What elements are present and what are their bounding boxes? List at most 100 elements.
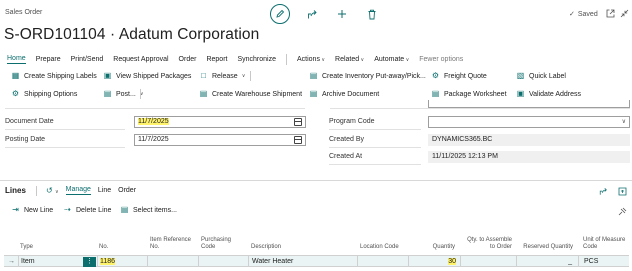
select-items-action[interactable]: ▤ Select items...: [120, 206, 177, 214]
package-worksheet-label: Package Worksheet: [444, 90, 507, 98]
new-line-label: New Line: [24, 206, 54, 214]
row-selector-arrow-icon[interactable]: →: [8, 258, 15, 265]
column-divider: [248, 255, 249, 267]
posting-date-value: 11/7/2025: [138, 136, 169, 143]
lines-share-button[interactable]: [598, 186, 608, 196]
tab-prepare[interactable]: Prepare: [36, 56, 61, 63]
delete-line-icon: ⇢: [64, 205, 71, 214]
tab-order[interactable]: Order: [179, 56, 197, 63]
share-icon: [599, 187, 607, 195]
select-items-icon: ▤: [120, 205, 129, 214]
validate-address-action[interactable]: ▣ Validate Address: [516, 90, 581, 98]
create-warehouse-shipment-action[interactable]: ▤ Create Warehouse Shipment: [199, 90, 302, 98]
action-divider: [140, 89, 141, 99]
row-unit-of-measure[interactable]: PCS: [584, 258, 598, 265]
tab-request-approval[interactable]: Request Approval: [113, 56, 168, 63]
col-description[interactable]: Description: [251, 244, 281, 251]
freight-quote-action[interactable]: ⚙ Freight Quote: [431, 72, 487, 80]
shipping-options-icon: ⚙: [11, 89, 20, 98]
shipping-options-action[interactable]: ⚙ Shipping Options: [11, 90, 77, 98]
validate-icon: ▣: [516, 89, 525, 98]
release-label: Release: [212, 72, 238, 80]
lines-tab-order[interactable]: Order: [118, 187, 136, 194]
row-reserved-quantity[interactable]: _: [518, 258, 572, 265]
col-purchasing-code[interactable]: Purchasing Code: [201, 237, 241, 251]
col-item-reference-no[interactable]: Item Reference No.: [150, 237, 194, 251]
col-location-code[interactable]: Location Code: [360, 244, 399, 251]
lines-tab-manage[interactable]: Manage: [65, 186, 91, 195]
delete-button[interactable]: [366, 8, 378, 20]
tab-divider: [286, 54, 287, 65]
field-divider: [5, 147, 125, 148]
tab-automate[interactable]: Automate: [374, 56, 409, 63]
release-action[interactable]: □ Release ∨: [199, 72, 245, 80]
tab-report[interactable]: Report: [206, 56, 227, 63]
lines-tabs: ↺ ∨ Manage Line Order: [46, 186, 136, 195]
row-no[interactable]: 1186: [100, 258, 116, 265]
column-divider: [408, 255, 409, 267]
edit-button[interactable]: [270, 4, 290, 24]
col-quantity[interactable]: Quantity: [410, 244, 455, 251]
archive-document-action[interactable]: ▤ Archive Document: [309, 90, 379, 98]
document-date-value: 11/7/2025: [138, 118, 169, 125]
create-inventory-put-away-pick-action[interactable]: ▤ Create Inventory Put-away/Pick...: [309, 72, 426, 80]
lines-expand-button[interactable]: [617, 186, 627, 196]
lines-pin-button[interactable]: [617, 206, 627, 216]
tab-actions[interactable]: Actions: [297, 56, 325, 63]
collapse-button[interactable]: [619, 8, 629, 18]
open-new-window-button[interactable]: [605, 8, 615, 18]
chevron-down-icon: ∨: [621, 119, 626, 125]
tab-fewer-options[interactable]: Fewer options: [419, 56, 463, 63]
column-divider: [18, 255, 19, 267]
row-quantity[interactable]: 30: [410, 258, 456, 265]
row-more-options-button[interactable]: ⋮: [83, 257, 96, 267]
column-divider: [578, 255, 579, 267]
tab-home[interactable]: Home: [7, 55, 26, 64]
col-type[interactable]: Type: [20, 244, 33, 251]
view-shipped-packages-action[interactable]: ▣ View Shipped Packages: [103, 71, 192, 80]
col-reserved-quantity[interactable]: Reserved Quantity: [518, 244, 573, 251]
release-icon: □: [201, 71, 206, 80]
package-worksheet-action[interactable]: ▤ Package Worksheet: [431, 90, 507, 98]
archive-icon: ▤: [309, 89, 318, 98]
create-warehouse-shipment-label: Create Warehouse Shipment: [212, 90, 303, 98]
section-divider: [0, 180, 632, 181]
col-qty-to-assemble[interactable]: Qty. to Assemble to Order: [462, 237, 512, 251]
row-type[interactable]: Item: [21, 258, 35, 265]
action-tabs: Home Prepare Print/Send Request Approval…: [7, 54, 473, 65]
calendar-icon[interactable]: [294, 118, 302, 126]
worksheet-icon: ▤: [431, 89, 440, 98]
post-action[interactable]: ▤ Post... ∨: [103, 90, 144, 98]
previous-field-input[interactable]: [428, 100, 630, 108]
tab-synchronize[interactable]: Synchronize: [237, 56, 276, 63]
quick-label-action[interactable]: ▧ Quick Label: [516, 72, 566, 80]
lines-more-icon[interactable]: ↺ ∨: [46, 186, 59, 195]
column-divider: [147, 255, 148, 267]
tab-related[interactable]: Related: [335, 56, 364, 63]
view-shipped-packages-label: View Shipped Packages: [116, 72, 192, 80]
share-button[interactable]: [306, 8, 318, 20]
field-divider: [330, 108, 630, 109]
new-line-action[interactable]: ⇥ New Line: [11, 206, 53, 214]
create-shipping-labels-action[interactable]: ▦ Create Shipping Labels: [11, 72, 97, 80]
tab-print-send[interactable]: Print/Send: [71, 56, 104, 63]
new-button[interactable]: [336, 8, 348, 20]
program-code-select[interactable]: ∨: [428, 116, 630, 128]
document-date-input[interactable]: 11/7/2025: [134, 116, 306, 128]
create-shipping-labels-label: Create Shipping Labels: [24, 72, 97, 80]
row-description[interactable]: Water Heater: [252, 258, 293, 265]
column-divider: [97, 255, 98, 267]
posting-date-input[interactable]: 11/7/2025: [134, 134, 306, 146]
inventory-icon: ▤: [309, 71, 318, 80]
delete-icon: [368, 9, 376, 19]
col-no[interactable]: No.: [99, 244, 108, 251]
add-icon: [338, 10, 346, 18]
column-divider: [357, 255, 358, 267]
calendar-icon[interactable]: [294, 136, 302, 144]
page-category: Sales Order: [5, 9, 43, 16]
delete-line-action[interactable]: ⇢ Delete Line: [63, 206, 111, 214]
posting-date-label: Posting Date: [5, 136, 46, 143]
col-unit-of-measure[interactable]: Unit of Measure Code: [583, 237, 629, 251]
lines-tab-line[interactable]: Line: [98, 187, 111, 194]
package-icon: ▣: [103, 71, 112, 80]
